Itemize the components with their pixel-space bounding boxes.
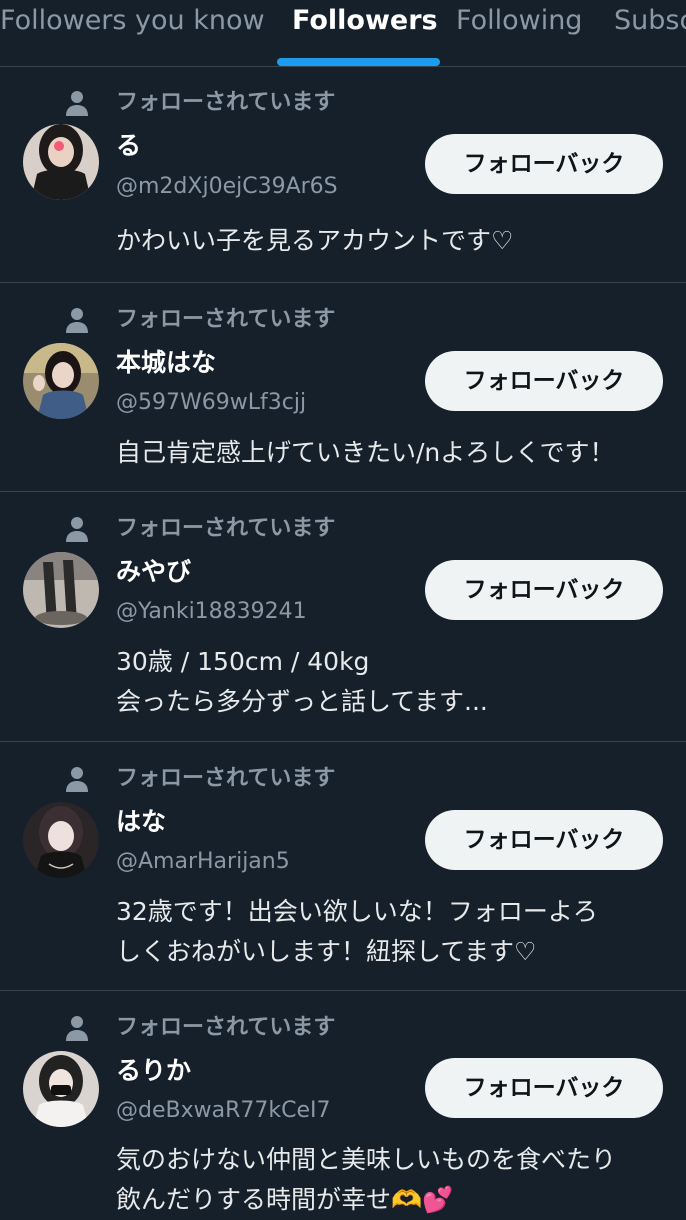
followed-by-label: フォローされています [116, 1015, 336, 1040]
follower-row[interactable]: フォローされています みやび @Yanki18839241 フォローバック 30… [0, 492, 686, 742]
follower-row[interactable]: フォローされています はな @AmarHarijan5 フォローバック 32歳で… [0, 742, 686, 991]
active-tab-indicator [277, 58, 440, 66]
tab-followers-you-know[interactable]: Followers you know [0, 4, 265, 38]
tab-following[interactable]: Following [456, 4, 582, 38]
follow-back-button[interactable]: フォローバック [425, 351, 663, 411]
followed-by-label: フォローされています [116, 90, 336, 115]
follower-row[interactable]: フォローされています 本城はな @597W69wLf3cjj フォローバック 自… [0, 283, 686, 492]
tab-subscriptions[interactable]: Subscriptions [614, 4, 686, 38]
user-display-name[interactable]: るりか [116, 1055, 191, 1087]
user-bio: 自己肯定感上げていきたい/nよろしくです！ [116, 438, 615, 467]
user-display-name[interactable]: る [116, 130, 141, 162]
follower-row[interactable]: フォローされています る @m2dXj0ejC39Ar6S フォローバック かわ… [0, 67, 686, 283]
person-icon [66, 517, 88, 542]
user-bio: 気のおけない仲間と美味しいものを食べたり 飲んだりする時間が幸せ🫶💕 [116, 1145, 617, 1214]
follow-back-button[interactable]: フォローバック [425, 810, 663, 870]
person-icon [66, 91, 88, 116]
follow-back-button[interactable]: フォローバック [425, 1058, 663, 1118]
follower-row[interactable]: フォローされています るりか @deBxwaR77kCeI7 フォローバック 気… [0, 991, 686, 1214]
user-display-name[interactable]: 本城はな [116, 347, 216, 379]
user-handle[interactable]: @597W69wLf3cjj [116, 389, 306, 417]
person-icon [66, 308, 88, 333]
avatar[interactable] [23, 343, 99, 419]
person-icon [66, 1016, 88, 1041]
followed-by-label: フォローされています [116, 307, 336, 332]
followed-by-label: フォローされています [116, 766, 336, 791]
followed-by-label: フォローされています [116, 516, 336, 541]
person-icon [66, 767, 88, 792]
follow-back-button[interactable]: フォローバック [425, 134, 663, 194]
user-bio: かわいい子を見るアカウントです♡ [116, 226, 514, 255]
user-handle[interactable]: @deBxwaR77kCeI7 [116, 1097, 331, 1125]
avatar[interactable] [23, 1051, 99, 1127]
avatar[interactable] [23, 124, 99, 200]
follow-back-button[interactable]: フォローバック [425, 560, 663, 620]
user-display-name[interactable]: みやび [116, 556, 191, 588]
user-handle[interactable]: @Yanki18839241 [116, 598, 307, 626]
avatar[interactable] [23, 802, 99, 878]
user-handle[interactable]: @m2dXj0ejC39Ar6S [116, 173, 338, 201]
avatar[interactable] [23, 552, 99, 628]
tab-bar: Followers you know Followers Following S… [0, 0, 686, 67]
user-bio: 30歳 / 150cm / 40kg 会ったら多分ずっと話してます... [116, 647, 488, 716]
user-bio: 32歳です！出会い欲しいな！フォローよろ しくおねがいします！紐探してます♡ [116, 897, 598, 966]
user-display-name[interactable]: はな [116, 806, 166, 838]
user-handle[interactable]: @AmarHarijan5 [116, 848, 290, 876]
tab-followers[interactable]: Followers [292, 4, 438, 38]
